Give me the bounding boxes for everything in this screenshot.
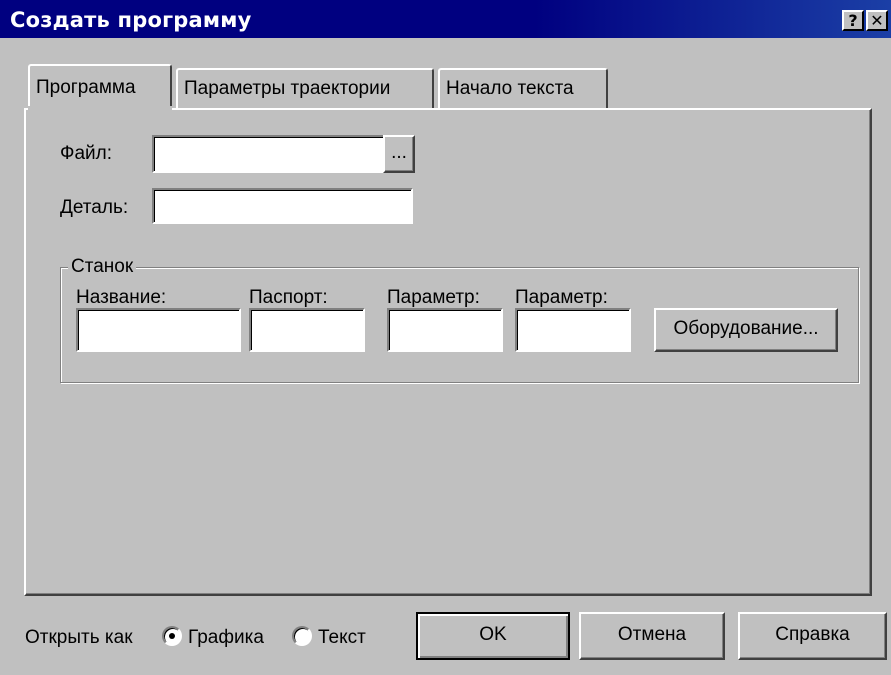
tab-label: Параметры траектории (184, 78, 391, 99)
radio-text[interactable] (292, 626, 312, 646)
help-button-label: Справка (775, 624, 850, 645)
machine-group-title: Станок (68, 256, 137, 278)
param1-label: Параметр: (387, 287, 480, 308)
machine-name-input[interactable] (76, 308, 241, 352)
detail-label: Деталь: (60, 197, 129, 218)
active-tab-joint (28, 106, 172, 112)
tab-label: Программа (36, 77, 136, 98)
passport-input[interactable] (249, 308, 365, 352)
close-icon: ✕ (870, 11, 884, 30)
question-icon: ? (848, 11, 858, 30)
equipment-button[interactable]: Оборудование... (654, 308, 838, 352)
param1-input[interactable] (387, 308, 503, 352)
passport-label: Паспорт: (249, 287, 328, 308)
param2-label: Параметр: (515, 287, 608, 308)
help-button[interactable]: ? (842, 10, 864, 31)
radio-text-label[interactable]: Текст (318, 627, 366, 649)
ok-button[interactable]: OK (416, 612, 570, 660)
radio-graphics[interactable] (162, 626, 182, 646)
detail-input[interactable] (152, 188, 413, 224)
equipment-button-label: Оборудование... (673, 318, 819, 339)
title-bar: Создать программу ? ✕ (0, 0, 891, 38)
file-input[interactable] (152, 135, 385, 173)
radio-graphics-label[interactable]: Графика (188, 627, 264, 649)
cancel-button-label: Отмена (617, 624, 687, 645)
radio-selected-dot (169, 633, 175, 639)
tab-trajectory-params[interactable]: Параметры траектории (176, 68, 434, 108)
tab-label: Начало текста (446, 78, 574, 99)
help-footer-button[interactable]: Справка (738, 612, 887, 660)
browse-file-button[interactable]: ... (383, 135, 415, 173)
close-button[interactable]: ✕ (866, 10, 888, 31)
browse-label: ... (391, 142, 407, 163)
ok-button-label: OK (479, 624, 507, 645)
file-label: Файл: (60, 143, 112, 164)
param2-input[interactable] (515, 308, 631, 352)
open-as-label: Открыть как (25, 627, 133, 648)
window-title: Создать программу (10, 8, 252, 32)
tab-text-start[interactable]: Начало текста (438, 68, 608, 108)
cancel-button[interactable]: Отмена (579, 612, 725, 660)
tab-program[interactable]: Программа (28, 64, 172, 112)
machine-name-label: Название: (76, 287, 167, 308)
